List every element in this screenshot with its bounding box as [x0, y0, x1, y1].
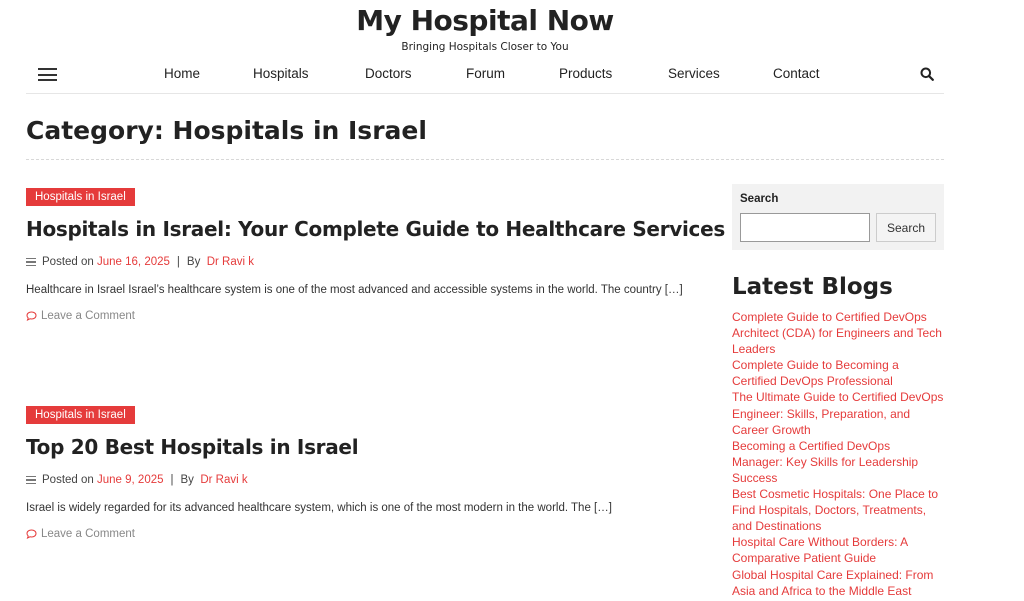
nav-item-products[interactable]: Products	[559, 66, 612, 81]
search-label: Search	[740, 193, 779, 205]
nav-item-services[interactable]: Services	[668, 66, 720, 81]
comment-icon	[26, 311, 37, 321]
leave-comment-link[interactable]: Leave a Comment	[26, 528, 716, 540]
comment-label[interactable]: Leave a Comment	[41, 310, 135, 322]
latest-blogs-list: Complete Guide to Certified DevOps Archi…	[732, 309, 944, 599]
nav-item-contact[interactable]: Contact	[773, 66, 820, 81]
post-date-link[interactable]: June 9, 2025	[97, 474, 164, 486]
page-title: Category: Hospitals in Israel	[26, 116, 427, 145]
list-icon	[26, 476, 36, 484]
post-date-link[interactable]: June 16, 2025	[97, 256, 170, 268]
nav-item-doctors[interactable]: Doctors	[365, 66, 412, 81]
search-input[interactable]	[740, 213, 870, 242]
latest-blog-link[interactable]: Hospital Care Without Borders: A Compara…	[732, 534, 944, 566]
latest-blog-link[interactable]: Complete Guide to Certified DevOps Archi…	[732, 309, 944, 357]
list-icon	[26, 258, 36, 266]
nav-item-hospitals[interactable]: Hospitals	[253, 66, 309, 81]
author-link[interactable]: Dr Ravi k	[200, 474, 247, 486]
meta-separator: |	[170, 474, 174, 486]
latest-blog-link[interactable]: The Ultimate Guide to Certified DevOps E…	[732, 389, 944, 437]
post-title[interactable]: Top 20 Best Hospitals in Israel	[26, 435, 716, 459]
by-label: By	[186, 256, 201, 268]
post-excerpt: Israel is widely regarded for its advanc…	[26, 502, 612, 514]
search-widget: Search Search	[732, 184, 944, 250]
author-link[interactable]: Dr Ravi k	[207, 256, 254, 268]
post-title[interactable]: Hospitals in Israel: Your Complete Guide…	[26, 217, 725, 241]
post-card: Hospitals in Israel Top 20 Best Hospital…	[26, 403, 716, 540]
latest-blogs-heading: Latest Blogs	[732, 274, 893, 300]
post-card: Hospitals in Israel Hospitals in Israel:…	[26, 185, 725, 322]
title-divider	[26, 159, 944, 160]
latest-blog-link[interactable]: Becoming a Certified DevOps Manager: Key…	[732, 438, 944, 486]
search-icon[interactable]	[920, 67, 934, 81]
post-meta: Posted on June 16, 2025 | By Dr Ravi k	[26, 256, 716, 268]
comment-label[interactable]: Leave a Comment	[41, 528, 135, 540]
site-tagline: Bringing Hospitals Closer to You	[401, 41, 569, 53]
nav-item-forum[interactable]: Forum	[466, 66, 505, 81]
by-label: By	[180, 474, 194, 486]
posted-on-label: Posted on	[42, 474, 94, 486]
meta-separator: |	[176, 256, 180, 268]
post-excerpt: Healthcare in Israel Israel’s healthcare…	[26, 284, 683, 296]
leave-comment-link[interactable]: Leave a Comment	[26, 310, 716, 322]
latest-blog-link[interactable]: Global Hospital Care Explained: From Asi…	[732, 567, 944, 599]
comment-icon	[26, 529, 37, 539]
latest-blog-link[interactable]: Complete Guide to Becoming a Certified D…	[732, 357, 944, 389]
category-badge[interactable]: Hospitals in Israel	[26, 406, 135, 424]
nav-item-home[interactable]: Home	[164, 66, 200, 81]
search-button[interactable]: Search	[876, 213, 936, 242]
site-title[interactable]: My Hospital Now	[0, 4, 970, 37]
latest-blog-link[interactable]: Best Cosmetic Hospitals: One Place to Fi…	[732, 486, 944, 534]
hamburger-icon[interactable]	[38, 68, 57, 81]
main-navigation: Home Hospitals Doctors Forum Products Se…	[26, 58, 944, 94]
posted-on-label: Posted on	[42, 256, 94, 268]
category-badge[interactable]: Hospitals in Israel	[26, 188, 135, 206]
post-meta: Posted on June 9, 2025 | By Dr Ravi k	[26, 474, 716, 486]
